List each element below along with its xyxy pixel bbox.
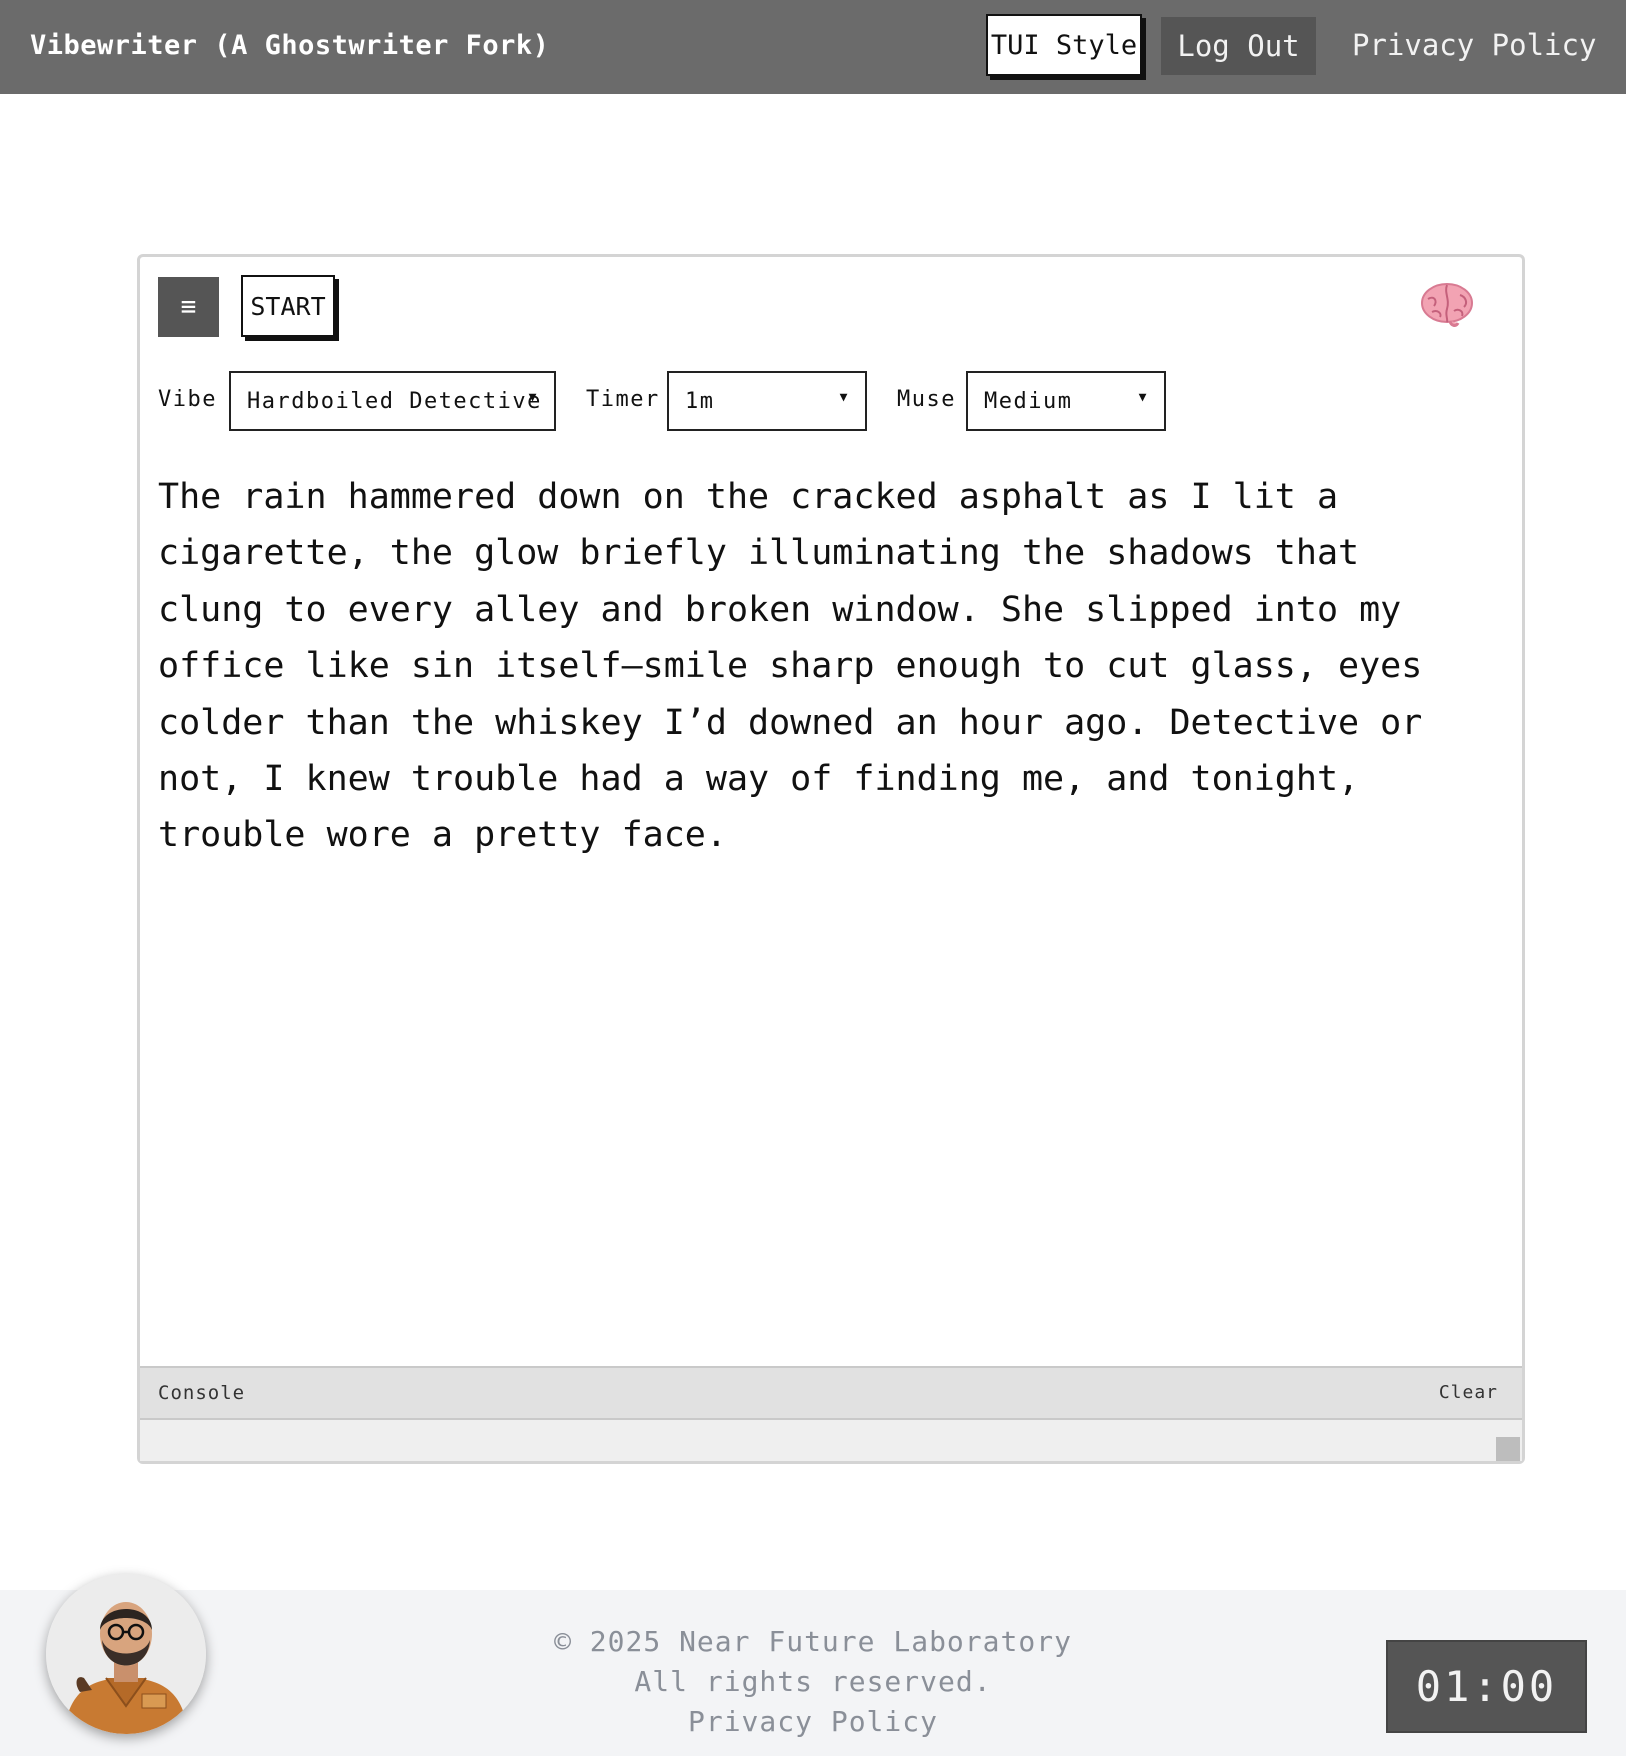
tui-style-button[interactable]: TUI Style: [986, 14, 1142, 76]
logout-button[interactable]: Log Out: [1161, 17, 1316, 75]
footer-text: © 2025 Near Future Laboratory All rights…: [0, 1622, 1626, 1742]
timer-label: Timer: [586, 387, 660, 412]
console-label: Console: [158, 1382, 246, 1404]
muse-select[interactable]: Medium ▼: [966, 371, 1166, 431]
dropdown-arrow-icon: ▼: [528, 390, 538, 405]
footer-copyright: © 2025 Near Future Laboratory: [554, 1625, 1072, 1658]
avatar[interactable]: [46, 1574, 206, 1734]
top-navbar: Vibewriter (A Ghostwriter Fork) TUI Styl…: [0, 0, 1626, 94]
console-output[interactable]: [140, 1420, 1522, 1461]
console-clear-button[interactable]: Clear: [1439, 1382, 1498, 1403]
menu-button[interactable]: ≡: [158, 277, 219, 337]
muse-label: Muse: [897, 387, 956, 412]
vibe-select[interactable]: Hardboiled Detective ▼: [229, 371, 556, 431]
story-text-editor[interactable]: The rain hammered down on the cracked as…: [158, 469, 1458, 864]
countdown-timer: 01:00: [1386, 1640, 1587, 1733]
resize-handle[interactable]: [1496, 1437, 1520, 1461]
start-button[interactable]: START: [241, 275, 335, 337]
console-header: Console Clear: [140, 1366, 1522, 1420]
app-title[interactable]: Vibewriter (A Ghostwriter Fork): [30, 30, 549, 61]
footer-rights: All rights reserved.: [634, 1665, 992, 1698]
footer-privacy-link[interactable]: Privacy Policy: [0, 1702, 1626, 1742]
vibe-label: Vibe: [158, 387, 217, 412]
timer-select[interactable]: 1m ▼: [667, 371, 867, 431]
brain-icon[interactable]: [1420, 279, 1474, 329]
timer-select-value: 1m: [685, 388, 715, 414]
dropdown-arrow-icon: ▼: [839, 390, 849, 405]
footer: © 2025 Near Future Laboratory All rights…: [0, 1590, 1626, 1756]
avatar-illustration: [46, 1574, 206, 1734]
privacy-policy-link[interactable]: Privacy Policy: [1352, 28, 1596, 62]
dropdown-arrow-icon: ▼: [1138, 390, 1148, 405]
vibe-select-value: Hardboiled Detective: [247, 388, 542, 414]
editor-panel: ≡ START Vibe Hardboiled Detective ▼ Time…: [137, 254, 1525, 1464]
hamburger-icon: ≡: [180, 292, 197, 322]
muse-select-value: Medium: [984, 388, 1073, 414]
